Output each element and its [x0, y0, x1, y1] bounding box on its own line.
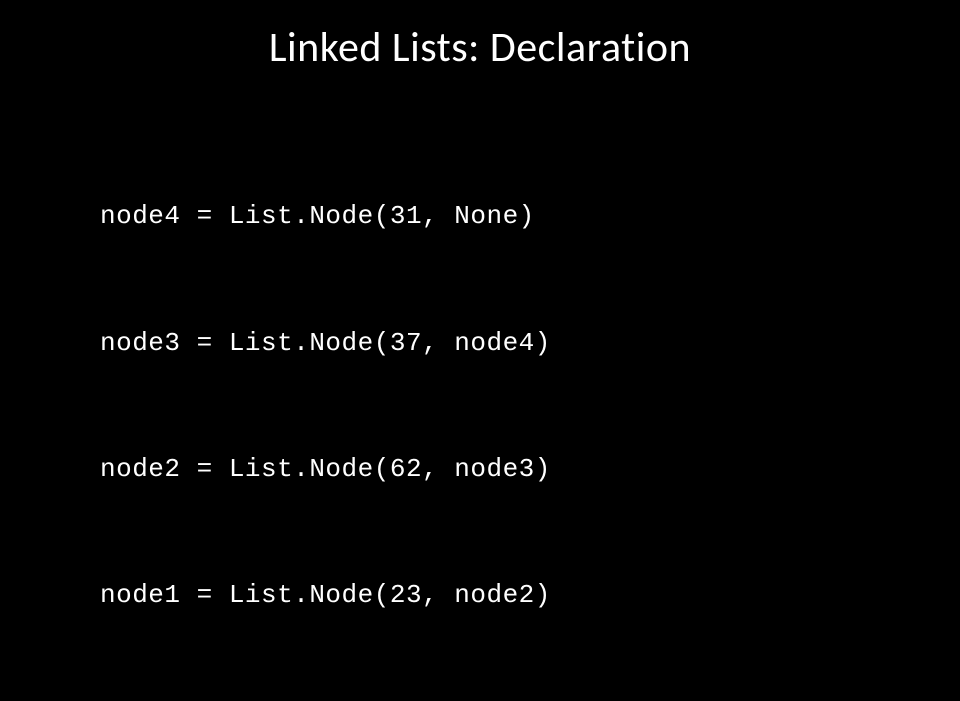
code-line: node2 = List.Node(62, node3)	[100, 448, 960, 490]
code-line: node3 = List.Node(37, node4)	[100, 322, 960, 364]
code-line: node1 = List.Node(23, node2)	[100, 574, 960, 616]
code-block: node4 = List.Node(31, None) node3 = List…	[0, 111, 960, 701]
slide-container: Linked Lists: Declaration node4 = List.N…	[0, 0, 960, 540]
code-line: node4 = List.Node(31, None)	[100, 195, 960, 237]
slide-title: Linked Lists: Declaration	[0, 22, 960, 73]
